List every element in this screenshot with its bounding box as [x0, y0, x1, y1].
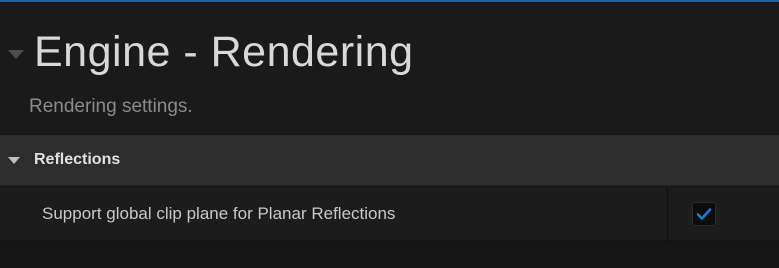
setting-row-global-clip-plane: Support global clip plane for Planar Ref… [0, 187, 779, 241]
section-label: Reflections [34, 151, 121, 168]
settings-panel: Engine - Rendering Rendering settings. R… [0, 0, 779, 268]
checkmark-icon [696, 208, 712, 220]
page-title: Engine - Rendering [34, 27, 414, 76]
collapse-arrow-icon[interactable] [8, 49, 24, 59]
section-header-reflections[interactable]: Reflections [0, 135, 779, 186]
triangle-down-icon[interactable] [8, 156, 20, 164]
category-header: Engine - Rendering Rendering settings. [0, 4, 779, 134]
column-divider[interactable] [667, 187, 668, 241]
global-clip-plane-checkbox[interactable] [692, 202, 716, 226]
panel-empty-area [0, 241, 779, 268]
setting-label: Support global clip plane for Planar Ref… [42, 204, 396, 223]
page-subtitle: Rendering settings. [29, 96, 193, 117]
category-title-row[interactable]: Engine - Rendering [0, 22, 414, 82]
